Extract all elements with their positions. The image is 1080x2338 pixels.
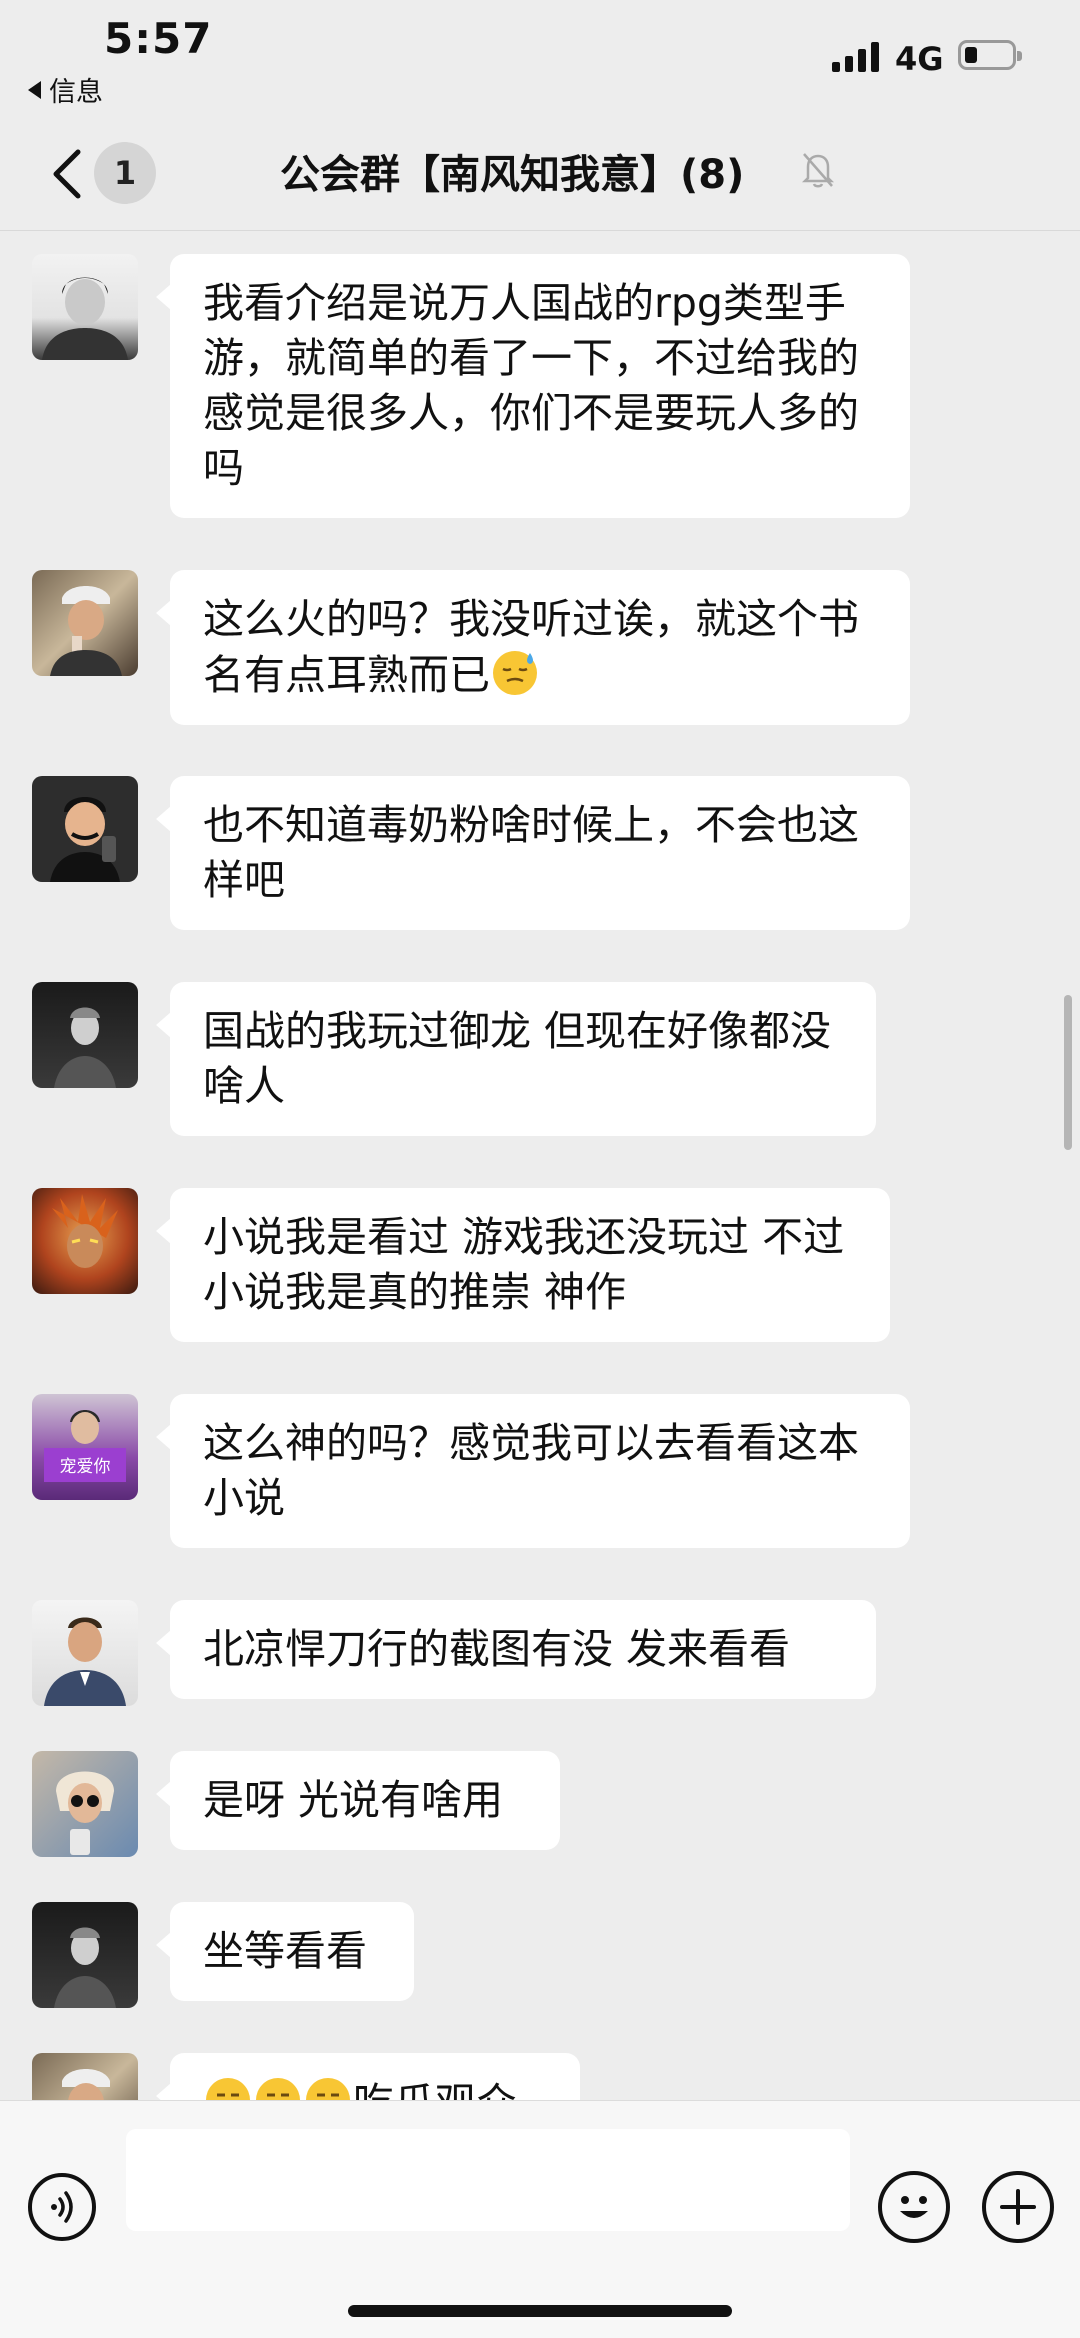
chat-header: 1 公会群【南风知我意】(8) bbox=[0, 120, 1080, 231]
plus-icon bbox=[1000, 2189, 1036, 2225]
back-button[interactable] bbox=[48, 146, 98, 206]
avatar[interactable] bbox=[32, 1188, 138, 1294]
smiley-icon bbox=[900, 2196, 928, 2218]
back-triangle-icon bbox=[28, 80, 41, 99]
smirk-emoji bbox=[306, 2078, 350, 2100]
message-input[interactable] bbox=[126, 2129, 850, 2231]
message-bubble[interactable]: 国战的我玩过御龙 但现在好像都没啥人 bbox=[156, 982, 876, 1136]
back-to-app-link[interactable]: 信息 bbox=[28, 70, 103, 109]
scrollbar[interactable] bbox=[1064, 995, 1072, 1150]
smirk-emoji bbox=[256, 2078, 300, 2100]
message-bubble[interactable]: 坐等看看 bbox=[156, 1902, 414, 2001]
chat-title[interactable]: 公会群【南风知我意】(8) bbox=[280, 140, 744, 210]
status-bar: 5:57 信息 4G bbox=[0, 0, 1080, 120]
signal-icon bbox=[832, 40, 879, 72]
message-text: 是呀 光说有啥用 bbox=[203, 1776, 504, 1824]
smirk-emoji bbox=[206, 2078, 250, 2100]
voice-button[interactable] bbox=[28, 2173, 96, 2241]
message-text: 坐等看看 bbox=[203, 1927, 367, 1975]
message-bubble[interactable]: 我看介绍是说万人国战的rpg类型手游，就简单的看了一下，不过给我的感觉是很多人，… bbox=[156, 254, 910, 518]
bell-off-icon bbox=[801, 153, 835, 188]
chevron-left-icon bbox=[53, 149, 81, 199]
network-type: 4G bbox=[895, 40, 944, 78]
message-text: 也不知道毒奶粉啥时候上，不会也这样吧 bbox=[203, 801, 859, 904]
status-time: 5:57 bbox=[104, 14, 213, 63]
message-text: 北凉悍刀行的截图有没 发来看看 bbox=[203, 1625, 791, 1673]
avatar[interactable] bbox=[32, 570, 138, 676]
avatar[interactable] bbox=[32, 254, 138, 360]
message-bubble[interactable]: 小说我是看过 游戏我还没玩过 不过小说我是真的推崇 神作 bbox=[156, 1188, 890, 1342]
svg-text:宠爱你: 宠爱你 bbox=[60, 1457, 111, 1477]
message-text: 这么神的吗？感觉我可以去看看这本小说 bbox=[203, 1419, 859, 1522]
avatar[interactable] bbox=[32, 1902, 138, 2008]
avatar[interactable]: 宠爱你 bbox=[32, 1394, 138, 1500]
avatar[interactable] bbox=[32, 982, 138, 1088]
voice-icon bbox=[51, 2191, 73, 2223]
home-indicator[interactable] bbox=[348, 2305, 732, 2317]
message-text: 国战的我玩过御龙 但现在好像都没啥人 bbox=[203, 1007, 832, 1110]
message-bubble[interactable]: 是呀 光说有啥用 bbox=[156, 1751, 560, 1850]
battery-icon bbox=[958, 40, 1022, 70]
emoji-button[interactable] bbox=[878, 2171, 950, 2243]
avatar[interactable] bbox=[32, 776, 138, 882]
message-text: 我看介绍是说万人国战的rpg类型手游，就简单的看了一下，不过给我的感觉是很多人，… bbox=[203, 279, 859, 492]
plus-button[interactable] bbox=[982, 2171, 1054, 2243]
unread-badge[interactable]: 1 bbox=[94, 142, 156, 204]
message-list[interactable]: 我看介绍是说万人国战的rpg类型手游，就简单的看了一下，不过给我的感觉是很多人，… bbox=[0, 230, 1080, 2100]
message-bubble[interactable]: 北凉悍刀行的截图有没 发来看看 bbox=[156, 1600, 876, 1699]
message-bubble[interactable]: 也不知道毒奶粉啥时候上，不会也这样吧 bbox=[156, 776, 910, 930]
avatar[interactable] bbox=[32, 2053, 138, 2100]
sweat-smile-emoji bbox=[493, 651, 537, 695]
avatar[interactable] bbox=[32, 1600, 138, 1706]
message-text: 小说我是看过 游戏我还没玩过 不过小说我是真的推崇 神作 bbox=[203, 1213, 845, 1316]
back-app-label: 信息 bbox=[49, 77, 103, 108]
message-bubble[interactable]: 这么神的吗？感觉我可以去看看这本小说 bbox=[156, 1394, 910, 1548]
message-bubble[interactable]: 这么火的吗？我没听过诶，就这个书名有点耳熟而已 bbox=[156, 570, 910, 725]
message-text: 吃瓜观众 bbox=[353, 2079, 517, 2100]
input-bar bbox=[0, 2100, 1080, 2338]
message-bubble[interactable]: 吃瓜观众 bbox=[156, 2053, 580, 2100]
avatar[interactable] bbox=[32, 1751, 138, 1857]
